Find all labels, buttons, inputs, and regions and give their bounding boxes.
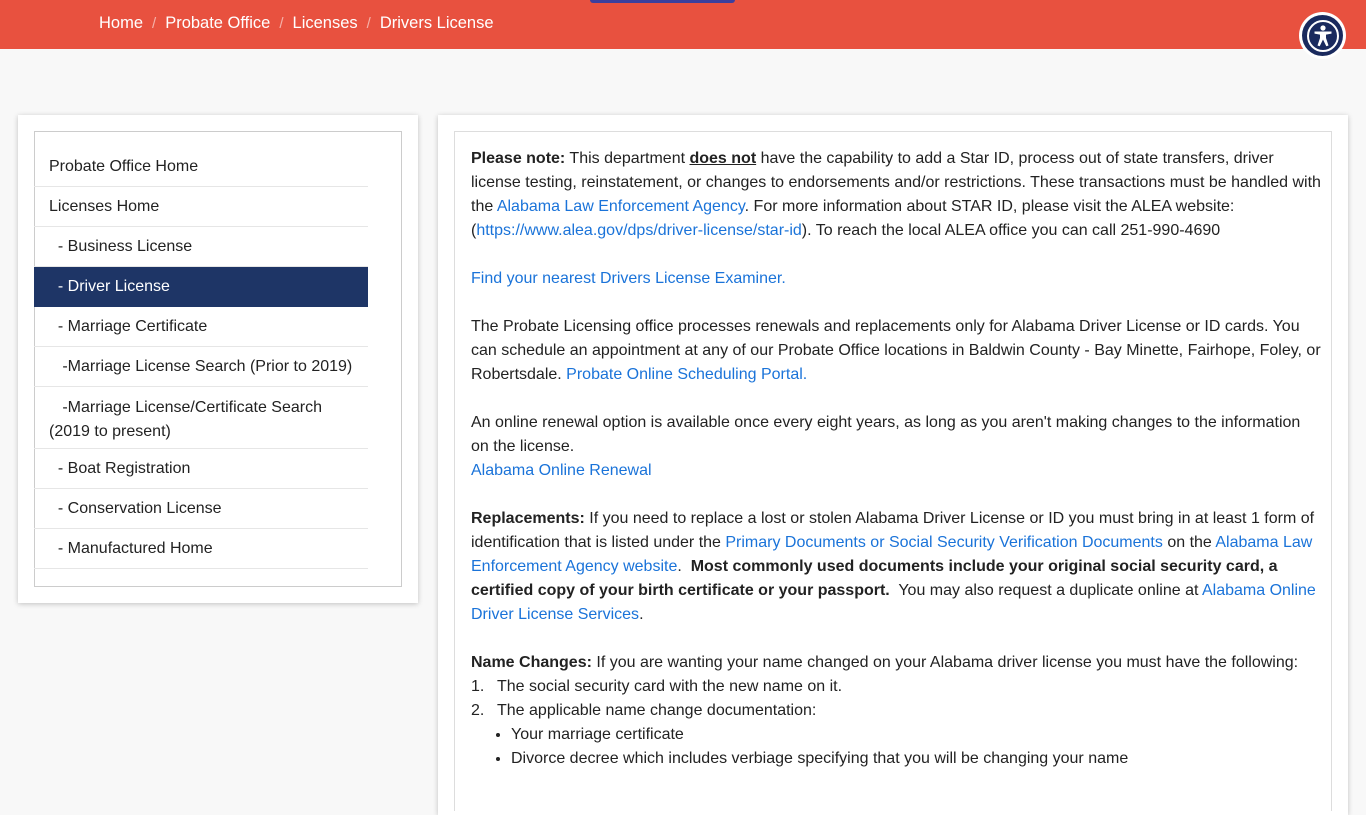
breadcrumb-separator: / (279, 15, 284, 32)
star-id-link[interactable]: https://www.alea.gov/dps/driver-license/… (476, 222, 801, 239)
sidebar-item-label: - Manufactured Home (49, 539, 213, 557)
sidebar-item-marriage-certificate[interactable]: - Marriage Certificate (34, 307, 368, 347)
note-paragraph: Please note: This department does not ha… (471, 147, 1321, 243)
sidebar-card: Probate Office Home Licenses Home - Busi… (18, 115, 418, 603)
examiner-paragraph: Find your nearest Drivers License Examin… (471, 267, 1321, 291)
list-item: Divorce decree which includes verbiage s… (511, 747, 1321, 771)
name-changes-steps: 1. The social security card with the new … (471, 675, 1321, 723)
breadcrumb-licenses[interactable]: Licenses (293, 14, 358, 33)
note-emphasis: does not (689, 150, 757, 167)
step-text: The social security card with the new na… (497, 678, 843, 695)
replacements-text: . (677, 558, 691, 575)
renewals-paragraph: The Probate Licensing office processes r… (471, 315, 1321, 387)
primary-documents-link[interactable]: Primary Documents or Social Security Ver… (725, 534, 1163, 551)
list-item: Your marriage certificate (511, 723, 1321, 747)
sidebar-item-conservation-license[interactable]: - Conservation License (34, 489, 368, 529)
sidebar-item-label: Licenses Home (49, 197, 160, 215)
step-number: 1. (471, 678, 485, 695)
sidebar-item-business-license[interactable]: - Business License (34, 227, 368, 267)
name-changes-lead: Name Changes: (471, 654, 592, 671)
main-card: Please note: This department does not ha… (438, 115, 1348, 815)
name-change-documents: Your marriage certificate Divorce decree… (511, 723, 1321, 771)
sidebar-item-marriage-license-search-prior[interactable]: -Marriage License Search (Prior to 2019) (34, 347, 368, 387)
list-item: 2. The applicable name change documentati… (471, 699, 1321, 723)
sidebar-item-label: - Driver License (49, 278, 170, 295)
sidebar-item-driver-license[interactable]: - Driver License (34, 267, 368, 307)
sidebar-item-marriage-certificate-search-2019[interactable]: -Marriage License/Certificate Search (20… (34, 387, 368, 449)
replacements-text: You may also request a duplicate online … (889, 582, 1202, 599)
breadcrumb-probate-office[interactable]: Probate Office (165, 14, 270, 33)
list-item: 1. The social security card with the new … (471, 675, 1321, 699)
breadcrumb-current: Drivers License (379, 14, 494, 32)
alea-link[interactable]: Alabama Law Enforcement Agency (497, 198, 745, 215)
examiner-link[interactable]: Find your nearest Drivers License Examin… (471, 270, 786, 287)
name-changes-intro: Name Changes: If you are wanting your na… (471, 651, 1321, 675)
scheduling-portal-link[interactable]: Probate Online Scheduling Portal. (566, 366, 807, 383)
online-renewal-paragraph: An online renewal option is available on… (471, 411, 1321, 483)
accessibility-icon (1302, 15, 1343, 56)
sidebar-item-label: - Conservation License (49, 499, 222, 517)
sidebar-item-label: -Marriage License Search (Prior to 2019) (49, 357, 353, 375)
sidebar-item-label: - Business License (49, 237, 193, 255)
note-text: ). To reach the local ALEA office you ca… (801, 222, 1221, 239)
online-renewal-link[interactable]: Alabama Online Renewal (471, 462, 652, 479)
name-changes-text: If you are wanting your name changed on … (591, 654, 1299, 671)
sidebar-item-manufactured-home[interactable]: - Manufactured Home (34, 529, 368, 569)
step-number: 2. (471, 702, 485, 719)
replacements-text: on the (1162, 534, 1216, 551)
breadcrumb-home[interactable]: Home (99, 14, 143, 33)
sidebar-item-label-line2: (2019 to present) (49, 423, 171, 440)
note-lead: Please note: (471, 150, 566, 167)
main-content: Please note: This department does not ha… (471, 147, 1321, 771)
sidebar-item-probate-office-home[interactable]: Probate Office Home (34, 147, 368, 187)
replacements-lead: Replacements: (471, 510, 585, 527)
sidebar-item-label: Probate Office Home (49, 157, 199, 175)
top-bar: Home / Probate Office / Licenses / Drive… (0, 0, 1366, 49)
sidebar-item-boat-registration[interactable]: - Boat Registration (34, 449, 368, 489)
sidebar-item-label-line1: -Marriage License/Certificate Search (49, 399, 322, 416)
replacements-paragraph: Replacements: If you need to replace a l… (471, 507, 1321, 627)
sidebar-item-label: - Marriage Certificate (49, 317, 208, 335)
online-renewal-text: An online renewal option is available on… (471, 414, 1301, 455)
name-changes-section: Name Changes: If you are wanting your na… (471, 651, 1321, 771)
accessibility-button[interactable] (1299, 12, 1346, 59)
sidebar-nav: Probate Office Home Licenses Home - Busi… (34, 147, 368, 569)
replacements-text: . (639, 606, 644, 623)
breadcrumb: Home / Probate Office / Licenses / Drive… (99, 14, 494, 33)
note-text: This department (565, 150, 690, 167)
breadcrumb-separator: / (152, 15, 157, 32)
top-accent (590, 0, 735, 3)
breadcrumb-separator: / (366, 15, 371, 32)
sidebar-item-label: - Boat Registration (49, 459, 191, 477)
sidebar-item-licenses-home[interactable]: Licenses Home (34, 187, 368, 227)
step-text: The applicable name change documentation… (497, 702, 817, 719)
